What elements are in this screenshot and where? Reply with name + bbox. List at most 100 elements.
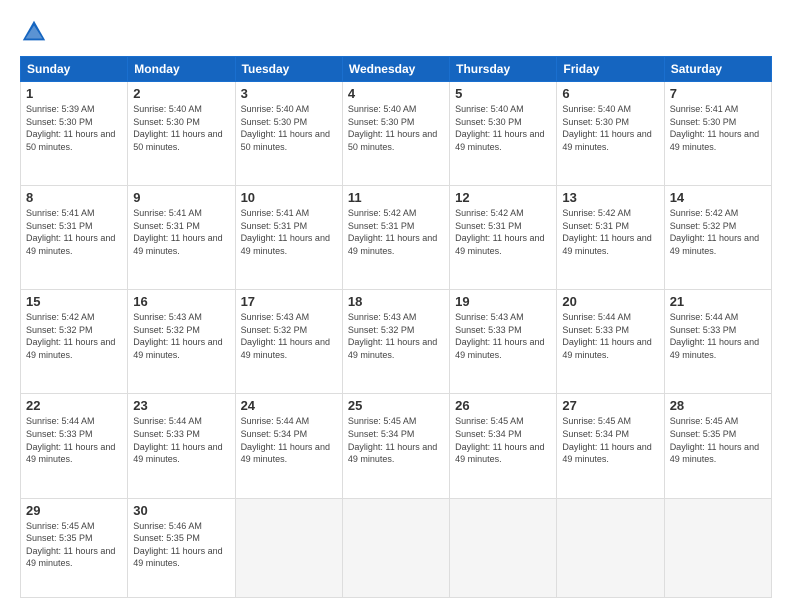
day-number: 21 <box>670 294 766 309</box>
day-cell: 15 Sunrise: 5:42 AMSunset: 5:32 PMDayligh… <box>21 290 128 394</box>
day-number: 16 <box>133 294 229 309</box>
weekday-saturday: Saturday <box>664 57 771 82</box>
day-info: Sunrise: 5:45 AMSunset: 5:34 PMDaylight:… <box>348 415 444 465</box>
day-number: 18 <box>348 294 444 309</box>
day-number: 24 <box>241 398 337 413</box>
day-number: 10 <box>241 190 337 205</box>
day-info: Sunrise: 5:42 AMSunset: 5:31 PMDaylight:… <box>455 207 551 257</box>
day-number: 14 <box>670 190 766 205</box>
day-info: Sunrise: 5:45 AMSunset: 5:34 PMDaylight:… <box>455 415 551 465</box>
day-number: 6 <box>562 86 658 101</box>
day-cell: 12 Sunrise: 5:42 AMSunset: 5:31 PMDayligh… <box>450 186 557 290</box>
day-cell: 13 Sunrise: 5:42 AMSunset: 5:31 PMDayligh… <box>557 186 664 290</box>
day-cell: 19Sunrise: 5:43 AMSunset: 5:33 PMDayligh… <box>450 290 557 394</box>
logo-icon <box>20 18 48 46</box>
day-number: 27 <box>562 398 658 413</box>
day-number: 4 <box>348 86 444 101</box>
day-number: 23 <box>133 398 229 413</box>
header <box>20 18 772 46</box>
day-number: 1 <box>26 86 122 101</box>
day-info: Sunrise: 5:40 AMSunset: 5:30 PMDaylight:… <box>455 103 551 153</box>
day-number: 15 <box>26 294 122 309</box>
page: SundayMondayTuesdayWednesdayThursdayFrid… <box>0 0 792 612</box>
day-info: Sunrise: 5:44 AMSunset: 5:33 PMDaylight:… <box>670 311 766 361</box>
day-cell: 1 Sunrise: 5:39 AMSunset: 5:30 PMDaylight… <box>21 82 128 186</box>
day-info: Sunrise: 5:43 AMSunset: 5:32 PMDaylight:… <box>241 311 337 361</box>
day-info: Sunrise: 5:45 AMSunset: 5:35 PMDaylight:… <box>670 415 766 465</box>
day-info: Sunrise: 5:42 AMSunset: 5:32 PMDaylight:… <box>670 207 766 257</box>
day-number: 20 <box>562 294 658 309</box>
day-cell <box>450 498 557 597</box>
day-info: Sunrise: 5:40 AMSunset: 5:30 PMDaylight:… <box>348 103 444 153</box>
day-cell: 27 Sunrise: 5:45 AMSunset: 5:34 PMDayligh… <box>557 394 664 498</box>
day-info: Sunrise: 5:42 AMSunset: 5:31 PMDaylight:… <box>562 207 658 257</box>
day-number: 13 <box>562 190 658 205</box>
day-number: 8 <box>26 190 122 205</box>
day-info: Sunrise: 5:40 AMSunset: 5:30 PMDaylight:… <box>562 103 658 153</box>
weekday-sunday: Sunday <box>21 57 128 82</box>
day-info: Sunrise: 5:41 AMSunset: 5:31 PMDaylight:… <box>241 207 337 257</box>
day-cell: 26 Sunrise: 5:45 AMSunset: 5:34 PMDayligh… <box>450 394 557 498</box>
day-info: Sunrise: 5:40 AMSunset: 5:30 PMDaylight:… <box>241 103 337 153</box>
day-number: 19 <box>455 294 551 309</box>
day-cell: 11 Sunrise: 5:42 AMSunset: 5:31 PMDayligh… <box>342 186 449 290</box>
day-number: 11 <box>348 190 444 205</box>
day-cell: 8 Sunrise: 5:41 AMSunset: 5:31 PMDaylight… <box>21 186 128 290</box>
day-cell: 16 Sunrise: 5:43 AMSunset: 5:32 PMDayligh… <box>128 290 235 394</box>
weekday-monday: Monday <box>128 57 235 82</box>
weekday-thursday: Thursday <box>450 57 557 82</box>
day-cell <box>557 498 664 597</box>
day-cell: 4 Sunrise: 5:40 AMSunset: 5:30 PMDaylight… <box>342 82 449 186</box>
day-number: 30 <box>133 503 229 518</box>
day-number: 7 <box>670 86 766 101</box>
day-cell <box>664 498 771 597</box>
day-number: 26 <box>455 398 551 413</box>
logo <box>20 18 50 46</box>
day-info: Sunrise: 5:41 AMSunset: 5:30 PMDaylight:… <box>670 103 766 153</box>
day-cell: 9 Sunrise: 5:41 AMSunset: 5:31 PMDaylight… <box>128 186 235 290</box>
day-number: 2 <box>133 86 229 101</box>
calendar-table: SundayMondayTuesdayWednesdayThursdayFrid… <box>20 56 772 598</box>
day-number: 9 <box>133 190 229 205</box>
day-cell: 29 Sunrise: 5:45 AMSunset: 5:35 PMDayligh… <box>21 498 128 597</box>
day-number: 17 <box>241 294 337 309</box>
day-cell: 25 Sunrise: 5:45 AMSunset: 5:34 PMDayligh… <box>342 394 449 498</box>
day-number: 12 <box>455 190 551 205</box>
week-row-3: 15 Sunrise: 5:42 AMSunset: 5:32 PMDayligh… <box>21 290 772 394</box>
week-row-4: 22Sunrise: 5:44 AMSunset: 5:33 PMDayligh… <box>21 394 772 498</box>
day-cell: 30 Sunrise: 5:46 AMSunset: 5:35 PMDayligh… <box>128 498 235 597</box>
day-info: Sunrise: 5:46 AMSunset: 5:35 PMDaylight:… <box>133 520 229 570</box>
day-info: Sunrise: 5:45 AMSunset: 5:35 PMDaylight:… <box>26 520 122 570</box>
day-cell: 5Sunrise: 5:40 AMSunset: 5:30 PMDaylight… <box>450 82 557 186</box>
day-cell: 14 Sunrise: 5:42 AMSunset: 5:32 PMDayligh… <box>664 186 771 290</box>
week-row-2: 8 Sunrise: 5:41 AMSunset: 5:31 PMDaylight… <box>21 186 772 290</box>
day-cell: 7 Sunrise: 5:41 AMSunset: 5:30 PMDaylight… <box>664 82 771 186</box>
day-cell: 3Sunrise: 5:40 AMSunset: 5:30 PMDaylight… <box>235 82 342 186</box>
day-info: Sunrise: 5:39 AMSunset: 5:30 PMDaylight:… <box>26 103 122 153</box>
day-cell: 23Sunrise: 5:44 AMSunset: 5:33 PMDayligh… <box>128 394 235 498</box>
day-info: Sunrise: 5:45 AMSunset: 5:34 PMDaylight:… <box>562 415 658 465</box>
day-info: Sunrise: 5:44 AMSunset: 5:33 PMDaylight:… <box>562 311 658 361</box>
day-info: Sunrise: 5:40 AMSunset: 5:30 PMDaylight:… <box>133 103 229 153</box>
day-info: Sunrise: 5:44 AMSunset: 5:34 PMDaylight:… <box>241 415 337 465</box>
day-info: Sunrise: 5:42 AMSunset: 5:32 PMDaylight:… <box>26 311 122 361</box>
day-info: Sunrise: 5:41 AMSunset: 5:31 PMDaylight:… <box>133 207 229 257</box>
day-number: 25 <box>348 398 444 413</box>
day-number: 22 <box>26 398 122 413</box>
week-row-5: 29 Sunrise: 5:45 AMSunset: 5:35 PMDayligh… <box>21 498 772 597</box>
day-cell: 6 Sunrise: 5:40 AMSunset: 5:30 PMDaylight… <box>557 82 664 186</box>
day-info: Sunrise: 5:41 AMSunset: 5:31 PMDaylight:… <box>26 207 122 257</box>
day-cell: 21 Sunrise: 5:44 AMSunset: 5:33 PMDayligh… <box>664 290 771 394</box>
weekday-header-row: SundayMondayTuesdayWednesdayThursdayFrid… <box>21 57 772 82</box>
day-cell <box>235 498 342 597</box>
day-cell <box>342 498 449 597</box>
weekday-friday: Friday <box>557 57 664 82</box>
weekday-tuesday: Tuesday <box>235 57 342 82</box>
day-info: Sunrise: 5:42 AMSunset: 5:31 PMDaylight:… <box>348 207 444 257</box>
week-row-1: 1 Sunrise: 5:39 AMSunset: 5:30 PMDaylight… <box>21 82 772 186</box>
day-cell: 17 Sunrise: 5:43 AMSunset: 5:32 PMDayligh… <box>235 290 342 394</box>
day-info: Sunrise: 5:43 AMSunset: 5:32 PMDaylight:… <box>133 311 229 361</box>
day-cell: 10 Sunrise: 5:41 AMSunset: 5:31 PMDayligh… <box>235 186 342 290</box>
day-number: 29 <box>26 503 122 518</box>
day-cell: 28Sunrise: 5:45 AMSunset: 5:35 PMDayligh… <box>664 394 771 498</box>
